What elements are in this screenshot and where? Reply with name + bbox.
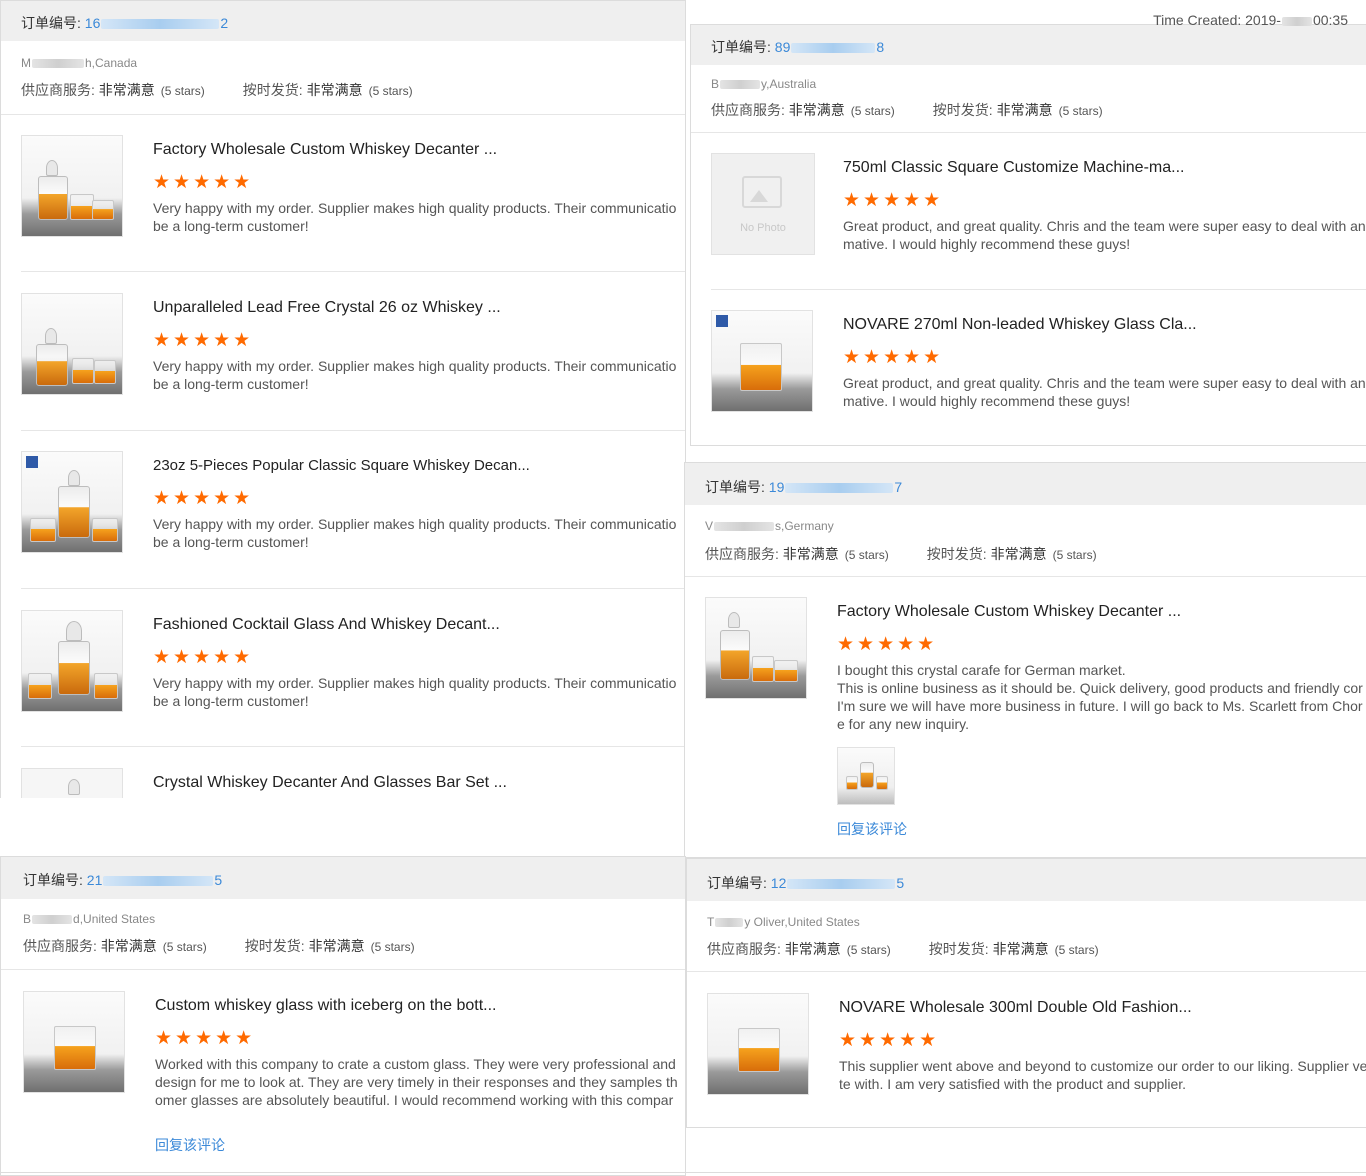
product-title[interactable]: Custom whiskey glass with iceberg on the… bbox=[155, 997, 497, 1015]
review-text: This supplier went above and beyond to c… bbox=[839, 1058, 1366, 1092]
product-title[interactable]: NOVARE Wholesale 300ml Double Old Fashio… bbox=[839, 999, 1192, 1017]
review-text: Very happy with my order. Supplier makes… bbox=[153, 516, 677, 550]
order-header: 订单编号: 12 5 bbox=[687, 859, 1366, 901]
review-item: NOVARE Wholesale 300ml Double Old Fashio… bbox=[707, 993, 1366, 1113]
order-panel-canada: 订单编号: 16 2 Mh,Canada 供应商服务: 非常满意 (5 stars)… bbox=[0, 0, 686, 798]
divider bbox=[1, 114, 685, 115]
time-created: Time Created: 2019- 00:35 bbox=[1153, 12, 1348, 28]
product-title[interactable]: Unparalleled Lead Free Crystal 26 oz Whi… bbox=[153, 299, 501, 317]
image-placeholder-icon bbox=[742, 176, 782, 208]
star-rating: ★★★★★ bbox=[153, 488, 254, 509]
product-title[interactable]: Crystal Whiskey Decanter And Glasses Bar… bbox=[153, 774, 507, 792]
star-rating: ★★★★★ bbox=[153, 647, 254, 668]
no-photo-placeholder: No Photo bbox=[711, 153, 815, 255]
star-rating: ★★★★★ bbox=[153, 172, 254, 193]
review-item: Fashioned Cocktail Glass And Whiskey Dec… bbox=[21, 610, 685, 730]
divider bbox=[687, 971, 1366, 972]
review-text: Very happy with my order. Supplier makes… bbox=[153, 675, 677, 709]
order-panel-united-states-1: 订单编号: 21 5 Bd,United States 供应商服务: 非常满意 (5… bbox=[0, 856, 686, 1176]
reply-link[interactable]: 回复该评论 bbox=[837, 819, 907, 839]
review-text: Very happy with my order. Supplier makes… bbox=[153, 200, 677, 234]
product-title[interactable]: 23oz 5-Pieces Popular Classic Square Whi… bbox=[153, 457, 530, 474]
review-item: Factory Wholesale Custom Whiskey Decante… bbox=[21, 135, 685, 255]
order-number-link[interactable]: 12 5 bbox=[771, 875, 904, 891]
order-number-link[interactable]: 21 5 bbox=[87, 872, 222, 888]
brand-logo-icon bbox=[26, 456, 38, 468]
product-image[interactable] bbox=[21, 610, 123, 712]
product-title[interactable]: Fashioned Cocktail Glass And Whiskey Dec… bbox=[153, 616, 500, 634]
review-item: Custom whiskey glass with iceberg on the… bbox=[23, 991, 685, 1171]
product-image[interactable] bbox=[23, 991, 125, 1093]
brand-logo-icon bbox=[716, 315, 728, 327]
product-image[interactable] bbox=[21, 451, 123, 553]
order-number-link[interactable]: 89 8 bbox=[775, 39, 884, 55]
order-header: 订单编号: 19 7 bbox=[685, 463, 1366, 505]
product-title[interactable]: Factory Wholesale Custom Whiskey Decante… bbox=[837, 603, 1181, 621]
review-text: Great product, and great quality. Chris … bbox=[843, 375, 1366, 409]
order-header: 订单编号: 89 8 bbox=[691, 25, 1366, 65]
order-number: 订单编号: 16 2 bbox=[21, 15, 229, 31]
bottom-divider bbox=[0, 1172, 1366, 1173]
product-image[interactable] bbox=[707, 993, 809, 1095]
order-header: 订单编号: 21 5 bbox=[1, 857, 685, 899]
rating-summary: 供应商服务: 非常满意 (5 stars) 按时发货: 非常满意 (5 stars) bbox=[21, 82, 413, 98]
buyer-info: Ty Oliver,United States bbox=[707, 915, 860, 929]
review-item: Unparalleled Lead Free Crystal 26 oz Whi… bbox=[21, 293, 685, 413]
star-rating: ★★★★★ bbox=[837, 634, 938, 655]
review-item: Factory Wholesale Custom Whiskey Decante… bbox=[705, 597, 1366, 847]
product-image[interactable] bbox=[705, 597, 807, 699]
buyer-info: Bd,United States bbox=[23, 912, 156, 926]
star-rating: ★★★★★ bbox=[155, 1028, 256, 1049]
star-rating: ★★★★★ bbox=[843, 190, 944, 211]
rating-summary: 供应商服务: 非常满意 (5 stars) 按时发货: 非常满意 (5 stars) bbox=[705, 546, 1097, 562]
order-number-link[interactable]: 16 2 bbox=[85, 15, 228, 31]
divider bbox=[691, 132, 1366, 133]
product-image[interactable] bbox=[21, 293, 123, 395]
star-rating: ★★★★★ bbox=[839, 1030, 940, 1051]
order-number-link[interactable]: 19 7 bbox=[769, 479, 902, 495]
product-image[interactable] bbox=[21, 135, 123, 237]
rating-summary: 供应商服务: 非常满意 (5 stars) 按时发货: 非常满意 (5 stars) bbox=[707, 941, 1099, 957]
order-panel-germany: 订单编号: 19 7 Vs,Germany 供应商服务: 非常满意 (5 stars… bbox=[684, 462, 1366, 858]
review-photo[interactable] bbox=[837, 747, 895, 805]
reply-link[interactable]: 回复该评论 bbox=[155, 1135, 225, 1155]
divider bbox=[685, 576, 1366, 577]
review-item: 23oz 5-Pieces Popular Classic Square Whi… bbox=[21, 451, 685, 571]
review-item: Crystal Whiskey Decanter And Glasses Bar… bbox=[21, 768, 685, 798]
review-item: NOVARE 270ml Non-leaded Whiskey Glass Cl… bbox=[711, 310, 1366, 430]
product-title[interactable]: Factory Wholesale Custom Whiskey Decante… bbox=[153, 141, 497, 159]
buyer-info: By,Australia bbox=[711, 77, 817, 91]
review-text: Great product, and great quality. Chris … bbox=[843, 218, 1366, 252]
divider bbox=[1, 969, 685, 970]
divider bbox=[21, 746, 685, 747]
divider bbox=[21, 271, 685, 272]
review-text: I bought this crystal carafe for German … bbox=[837, 662, 1363, 732]
divider bbox=[711, 289, 1366, 290]
star-rating: ★★★★★ bbox=[153, 330, 254, 351]
order-number: 订单编号: 89 8 bbox=[711, 39, 885, 55]
star-rating: ★★★★★ bbox=[843, 347, 944, 368]
order-panel-united-states-2: 订单编号: 12 5 Ty Oliver,United States 供应商服务:… bbox=[686, 858, 1366, 1128]
product-title[interactable]: NOVARE 270ml Non-leaded Whiskey Glass Cl… bbox=[843, 316, 1197, 334]
order-number: 订单编号: 12 5 bbox=[707, 875, 905, 891]
order-number: 订单编号: 19 7 bbox=[705, 479, 903, 495]
divider bbox=[21, 588, 685, 589]
order-header: 订单编号: 16 2 bbox=[1, 1, 685, 41]
divider bbox=[21, 430, 685, 431]
order-panel-australia: 订单编号: 89 8 By,Australia 供应商服务: 非常满意 (5 sta… bbox=[690, 24, 1366, 446]
review-item: No Photo 750ml Classic Square Customize … bbox=[711, 153, 1366, 273]
buyer-info: Mh,Canada bbox=[21, 56, 138, 70]
rating-summary: 供应商服务: 非常满意 (5 stars) 按时发货: 非常满意 (5 stars) bbox=[23, 938, 415, 954]
review-text: Very happy with my order. Supplier makes… bbox=[153, 358, 677, 392]
product-image[interactable] bbox=[21, 768, 123, 798]
product-image[interactable] bbox=[711, 310, 813, 412]
review-text: Worked with this company to crate a cust… bbox=[155, 1056, 678, 1108]
buyer-info: Vs,Germany bbox=[705, 519, 834, 533]
order-number: 订单编号: 21 5 bbox=[23, 872, 223, 888]
product-title[interactable]: 750ml Classic Square Customize Machine-m… bbox=[843, 159, 1184, 177]
rating-summary: 供应商服务: 非常满意 (5 stars) 按时发货: 非常满意 (5 stars) bbox=[711, 102, 1103, 118]
